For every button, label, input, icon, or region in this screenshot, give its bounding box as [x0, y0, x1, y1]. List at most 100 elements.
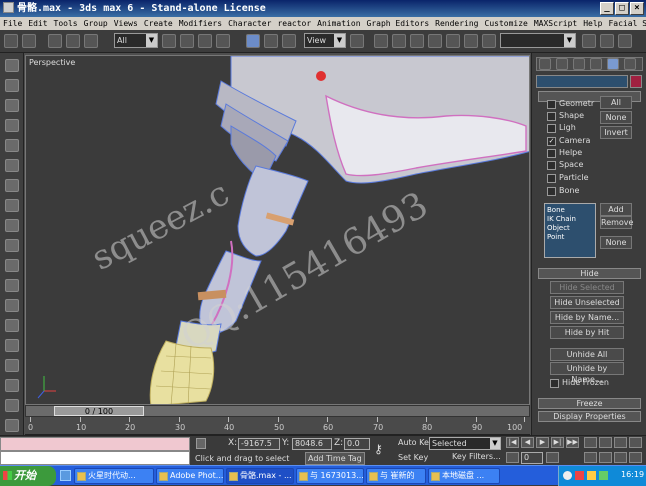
taskbar-item[interactable]: Adobe Phot...: [156, 468, 224, 484]
taskbar-item-active[interactable]: 骨骼.max - ...: [226, 468, 294, 484]
bind-space-warp-icon[interactable]: [84, 34, 98, 48]
modifier-twist-icon[interactable]: [5, 339, 19, 352]
set-key-button[interactable]: Set Key: [398, 453, 428, 462]
utilities-tab-icon[interactable]: [624, 58, 636, 70]
tray-icon[interactable]: [575, 471, 584, 480]
snap-toggle-icon[interactable]: [392, 34, 406, 48]
create-box-icon[interactable]: [5, 59, 19, 72]
minimize-button[interactable]: _: [600, 2, 614, 15]
checkbox-light[interactable]: [547, 124, 556, 133]
timeline-ruler[interactable]: 0 10 20 30 40 50 60 70 80 90 100: [25, 417, 530, 435]
key-icon[interactable]: ⚷: [374, 442, 394, 456]
current-frame-field[interactable]: 0: [521, 452, 543, 464]
freeze-rollout[interactable]: Freeze: [538, 398, 641, 409]
select-manipulate-icon[interactable]: [374, 34, 388, 48]
previous-frame-icon[interactable]: ◀: [521, 437, 534, 448]
add-time-tag-button[interactable]: Add Time Tag: [305, 452, 365, 465]
zoom-extents-icon[interactable]: [614, 437, 627, 448]
checkbox-space-warp[interactable]: [547, 161, 556, 170]
named-selection-dropdown[interactable]: ▼: [500, 33, 576, 48]
maxscript-listener-input[interactable]: [0, 451, 190, 465]
modify-tab-icon[interactable]: [556, 58, 568, 70]
go-to-start-icon[interactable]: |◀: [506, 437, 519, 448]
unhide-all-button[interactable]: Unhide All: [550, 348, 624, 361]
start-button[interactable]: 开始: [0, 466, 56, 486]
checkbox-bone[interactable]: [547, 187, 556, 196]
list-item[interactable]: Bone: [547, 206, 593, 215]
material-editor-icon[interactable]: [618, 34, 632, 48]
tray-icon[interactable]: [563, 471, 572, 480]
create-bones-icon[interactable]: [5, 279, 19, 292]
menu-group[interactable]: Group: [84, 19, 108, 28]
taskbar-item[interactable]: 与 1673013...: [296, 468, 364, 484]
zoom-icon[interactable]: [584, 437, 597, 448]
perspective-viewport[interactable]: Perspective squeez.c QQ:115416493: [25, 55, 530, 405]
play-icon[interactable]: ▶: [536, 437, 549, 448]
tray-icon[interactable]: [599, 471, 608, 480]
menu-character[interactable]: Character: [228, 19, 271, 28]
lock-selection-icon[interactable]: [196, 438, 206, 449]
menu-create[interactable]: Create: [144, 19, 173, 28]
key-filters-button[interactable]: Key Filters...: [452, 452, 501, 461]
create-space-warp-icon[interactable]: [5, 139, 19, 152]
time-configuration-icon[interactable]: [546, 452, 559, 463]
remove-button[interactable]: Remove: [600, 216, 633, 229]
y-coordinate-field[interactable]: 8048.6: [292, 438, 332, 450]
list-item[interactable]: Point: [547, 233, 593, 242]
modifier-stretch-icon[interactable]: [5, 379, 19, 392]
create-patch-icon[interactable]: [5, 219, 19, 232]
none-list-button[interactable]: None: [600, 236, 632, 249]
checkbox-geometry[interactable]: [547, 100, 556, 109]
checkbox-hide-frozen[interactable]: [550, 379, 559, 388]
angle-snap-icon[interactable]: [410, 34, 424, 48]
menu-animation[interactable]: Animation: [317, 19, 360, 28]
pivot-center-icon[interactable]: [350, 34, 364, 48]
redo-icon[interactable]: [22, 34, 36, 48]
hide-by-name-button[interactable]: Hide by Name...: [550, 311, 624, 324]
menu-reactor[interactable]: reactor: [277, 19, 311, 28]
list-item[interactable]: IK Chain Object: [547, 215, 593, 233]
menu-edit[interactable]: Edit: [28, 19, 47, 28]
create-shape-icon[interactable]: [5, 159, 19, 172]
close-button[interactable]: ×: [630, 2, 644, 15]
menu-facial-studio[interactable]: Facial Studio: [608, 19, 646, 28]
create-light-icon[interactable]: [5, 79, 19, 92]
checkbox-particle[interactable]: [547, 174, 556, 183]
menu-rendering[interactable]: Rendering: [435, 19, 478, 28]
create-helper-icon[interactable]: [5, 119, 19, 132]
motion-tab-icon[interactable]: [590, 58, 602, 70]
curve-editor-icon[interactable]: [582, 34, 596, 48]
hide-selected-button[interactable]: Hide Selected: [550, 281, 624, 294]
checkbox-helper[interactable]: [547, 149, 556, 158]
arc-rotate-icon[interactable]: [614, 452, 627, 463]
next-frame-icon[interactable]: ▶|: [551, 437, 564, 448]
spinner-snap-icon[interactable]: [446, 34, 460, 48]
modifier-taper-icon[interactable]: [5, 319, 19, 332]
maximize-viewport-icon[interactable]: [629, 452, 642, 463]
invert-button[interactable]: Invert: [600, 126, 632, 139]
zoom-extents-all-icon[interactable]: [629, 437, 642, 448]
select-scale-icon[interactable]: [282, 34, 296, 48]
menu-views[interactable]: Views: [114, 19, 138, 28]
menu-maxscript[interactable]: MAXScript: [534, 19, 577, 28]
hide-by-hit-button[interactable]: Hide by Hit: [550, 326, 624, 339]
menu-graph-editors[interactable]: Graph Editors: [367, 19, 430, 28]
select-rotate-icon[interactable]: [264, 34, 278, 48]
key-mode-dropdown[interactable]: Selected ▼: [429, 437, 501, 450]
field-of-view-icon[interactable]: [584, 452, 597, 463]
modifier-noise-icon[interactable]: [5, 359, 19, 372]
modifier-skew-icon[interactable]: [5, 399, 19, 412]
create-compound-icon[interactable]: [5, 179, 19, 192]
percent-snap-icon[interactable]: [428, 34, 442, 48]
object-name-field[interactable]: [536, 75, 628, 88]
create-particles-icon[interactable]: [5, 199, 19, 212]
taskbar-item[interactable]: 与 崔新的: [366, 468, 426, 484]
zoom-all-icon[interactable]: [599, 437, 612, 448]
window-crossing-icon[interactable]: [216, 34, 230, 48]
select-by-name-icon[interactable]: [180, 34, 194, 48]
hierarchy-tab-icon[interactable]: [573, 58, 585, 70]
mirror-icon[interactable]: [464, 34, 478, 48]
unhide-by-name-button[interactable]: Unhide by Name...: [550, 362, 624, 384]
rectangular-selection-icon[interactable]: [198, 34, 212, 48]
schematic-view-icon[interactable]: [600, 34, 614, 48]
